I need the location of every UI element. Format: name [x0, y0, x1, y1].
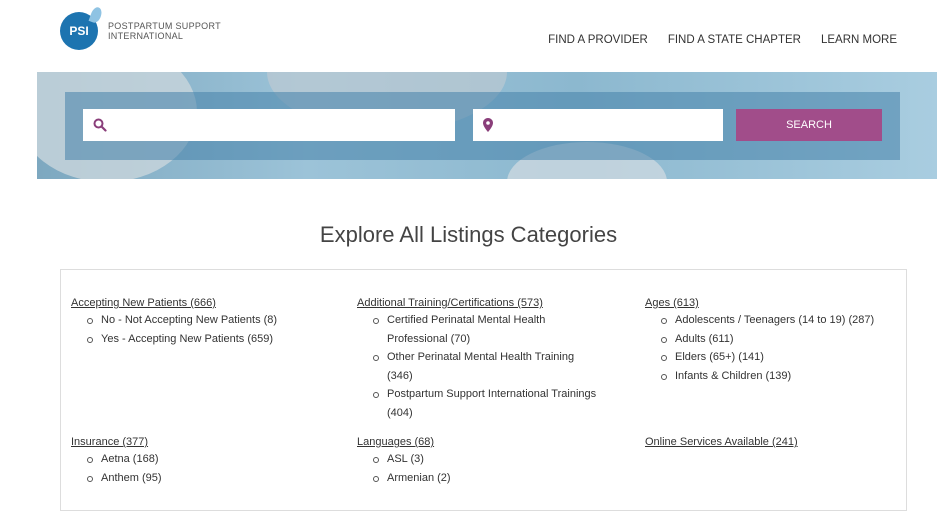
- category-item-list: Adolescents / Teenagers (14 to 19) (287)…: [645, 311, 874, 385]
- logo-text: POSTPARTUM SUPPORT INTERNATIONAL: [108, 21, 221, 41]
- search-button[interactable]: SEARCH: [736, 109, 882, 141]
- category-item[interactable]: Adolescents / Teenagers (14 to 19) (287): [660, 311, 874, 330]
- category-item[interactable]: Certified Perinatal Mental Health Profes…: [373, 311, 597, 348]
- search-panel: SEARCH: [65, 92, 900, 160]
- category-item[interactable]: ASL (3): [373, 450, 451, 469]
- category-item-list: Certified Perinatal Mental Health Profes…: [357, 311, 597, 422]
- site-header: PSI POSTPARTUM SUPPORT INTERNATIONAL FIN…: [0, 0, 937, 72]
- hero-banner: SEARCH: [37, 72, 937, 179]
- category-item[interactable]: Other Perinatal Mental Health Training (…: [373, 348, 597, 385]
- category-item[interactable]: Postpartum Support International Trainin…: [373, 385, 597, 422]
- category-accepting-new-patients: Accepting New Patients (666) No - Not Ac…: [71, 297, 277, 348]
- psi-logo[interactable]: PSI POSTPARTUM SUPPORT INTERNATIONAL: [60, 5, 221, 50]
- category-title-link[interactable]: Insurance (377): [71, 436, 162, 448]
- search-field[interactable]: [83, 109, 455, 143]
- category-title-link[interactable]: Accepting New Patients (666): [71, 297, 277, 309]
- listings-categories-panel: Accepting New Patients (666) No - Not Ac…: [60, 269, 907, 511]
- category-item-list: Aetna (168) Anthem (95): [71, 450, 162, 487]
- category-item[interactable]: Infants & Children (139): [660, 367, 874, 386]
- logo-badge-text: PSI: [69, 24, 89, 38]
- location-input[interactable]: [503, 109, 717, 143]
- category-item[interactable]: Adults (611): [660, 330, 874, 349]
- category-item[interactable]: Elders (65+) (141): [660, 348, 874, 367]
- logo-line-1: POSTPARTUM SUPPORT: [108, 21, 221, 31]
- category-item[interactable]: Armenian (2): [373, 469, 451, 488]
- search-input[interactable]: [113, 109, 449, 143]
- category-insurance: Insurance (377) Aetna (168) Anthem (95): [71, 436, 162, 487]
- logo-line-2: INTERNATIONAL: [108, 31, 184, 41]
- page-title: Explore All Listings Categories: [319, 222, 618, 247]
- search-icon: [93, 118, 107, 132]
- category-item[interactable]: Anthem (95): [87, 469, 162, 488]
- map-pin-icon: [483, 118, 493, 132]
- category-item-list: No - Not Accepting New Patients (8) Yes …: [71, 311, 277, 348]
- location-field[interactable]: [473, 109, 723, 143]
- category-ages: Ages (613) Adolescents / Teenagers (14 t…: [645, 297, 874, 385]
- category-item[interactable]: Yes - Accepting New Patients (659): [86, 330, 277, 349]
- nav-learn-more[interactable]: LEARN MORE: [821, 34, 897, 46]
- category-item[interactable]: No - Not Accepting New Patients (8): [86, 311, 277, 330]
- category-title-link[interactable]: Additional Training/Certifications (573): [357, 297, 597, 309]
- nav-find-a-provider[interactable]: FIND A PROVIDER: [548, 34, 648, 46]
- category-item[interactable]: Aetna (168): [87, 450, 162, 469]
- category-online-services: Online Services Available (241): [645, 436, 798, 450]
- psi-logo-badge: PSI: [60, 5, 104, 50]
- category-title-link[interactable]: Online Services Available (241): [645, 436, 798, 448]
- main-nav: FIND A PROVIDER FIND A STATE CHAPTER LEA…: [548, 34, 897, 46]
- nav-find-a-state-chapter[interactable]: FIND A STATE CHAPTER: [668, 34, 801, 46]
- category-title-link[interactable]: Languages (68): [357, 436, 451, 448]
- category-title-link[interactable]: Ages (613): [645, 297, 874, 309]
- category-item-list: ASL (3) Armenian (2): [357, 450, 451, 487]
- category-languages: Languages (68) ASL (3) Armenian (2): [357, 436, 451, 487]
- logo-swoosh-icon: [88, 5, 104, 25]
- category-additional-training: Additional Training/Certifications (573)…: [357, 297, 597, 422]
